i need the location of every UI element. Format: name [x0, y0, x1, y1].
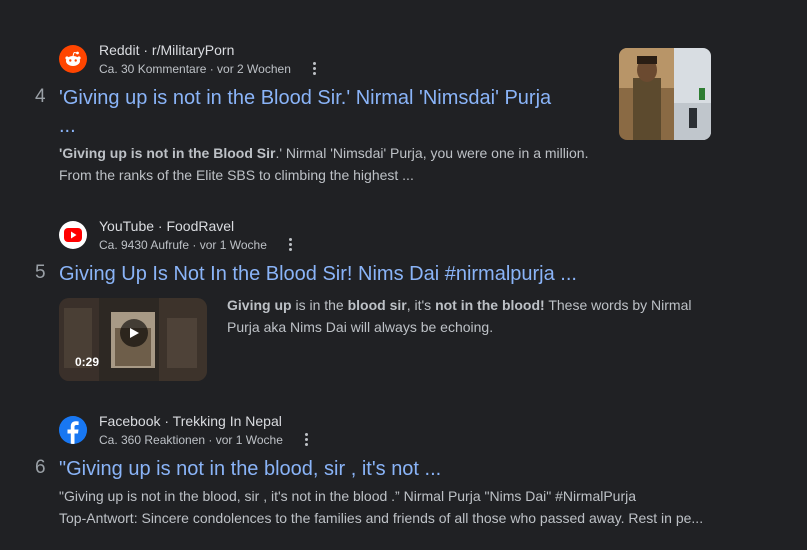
- play-icon: [130, 328, 139, 338]
- result-title-link-continued[interactable]: ...: [59, 111, 76, 141]
- result-title-link[interactable]: Giving Up Is Not In the Blood Sir! Nims …: [59, 259, 577, 289]
- result-site[interactable]: YouTube · FoodRavel: [99, 218, 234, 234]
- snippet-highlight: 'Giving up is not in the Blood Sir: [59, 145, 276, 161]
- result-meta: Ca. 9430 Aufrufe · vor 1 Woche: [99, 238, 297, 252]
- result-snippet: 'Giving up is not in the Blood Sir.' Nir…: [59, 142, 604, 186]
- result-rank: 5: [35, 262, 46, 283]
- more-options-icon[interactable]: [307, 62, 321, 76]
- snippet-text: .' Nirmal 'Nimsdai' Purja, you were one …: [275, 145, 589, 161]
- more-options-icon[interactable]: [299, 433, 313, 447]
- snippet-highlight: not in the blood!: [435, 297, 545, 313]
- play-button[interactable]: [120, 319, 148, 347]
- snippet-text: is in the: [291, 297, 348, 313]
- result-rank: 6: [35, 457, 46, 478]
- result-meta: Ca. 30 Kommentare · vor 2 Wochen: [99, 62, 321, 76]
- snippet-text: "Giving up is not in the blood, sir , it…: [59, 488, 637, 504]
- snippet-highlight: Giving up: [227, 297, 292, 313]
- snippet-highlight: blood sir: [347, 297, 407, 313]
- result-site[interactable]: Facebook · Trekking In Nepal: [99, 413, 282, 429]
- result-meta-text: Ca. 30 Kommentare · vor 2 Wochen: [99, 62, 291, 76]
- facebook-icon[interactable]: [59, 416, 87, 444]
- result-site[interactable]: Reddit · r/MilitaryPorn: [99, 42, 234, 58]
- snippet-text: , it's: [406, 297, 436, 313]
- snippet-text: These words by Nirmal: [544, 297, 692, 313]
- result-meta: Ca. 360 Reaktionen · vor 1 Woche: [99, 433, 313, 447]
- result-title-link[interactable]: "Giving up is not in the blood, sir , it…: [59, 454, 441, 484]
- snippet-text-line2: Purja aka Nims Dai will always be echoin…: [227, 319, 494, 335]
- result-snippet: "Giving up is not in the blood, sir , it…: [59, 485, 759, 529]
- snippet-text-line2: Top-Antwort: Sincere condolences to the …: [59, 510, 704, 526]
- more-options-icon[interactable]: [283, 238, 297, 252]
- result-thumbnail[interactable]: [619, 48, 711, 140]
- result-meta-text: Ca. 9430 Aufrufe · vor 1 Woche: [99, 238, 267, 252]
- reddit-icon[interactable]: [59, 45, 87, 73]
- result-rank: 4: [35, 86, 46, 107]
- result-snippet: Giving up is in the blood sir, it's not …: [227, 294, 707, 338]
- snippet-text-line2: From the ranks of the Elite SBS to climb…: [59, 167, 414, 183]
- result-meta-text: Ca. 360 Reaktionen · vor 1 Woche: [99, 433, 283, 447]
- video-thumbnail[interactable]: 0:29: [59, 298, 207, 381]
- youtube-icon[interactable]: [59, 221, 87, 249]
- video-duration: 0:29: [75, 355, 100, 369]
- result-title-link[interactable]: 'Giving up is not in the Blood Sir.' Nir…: [59, 83, 551, 113]
